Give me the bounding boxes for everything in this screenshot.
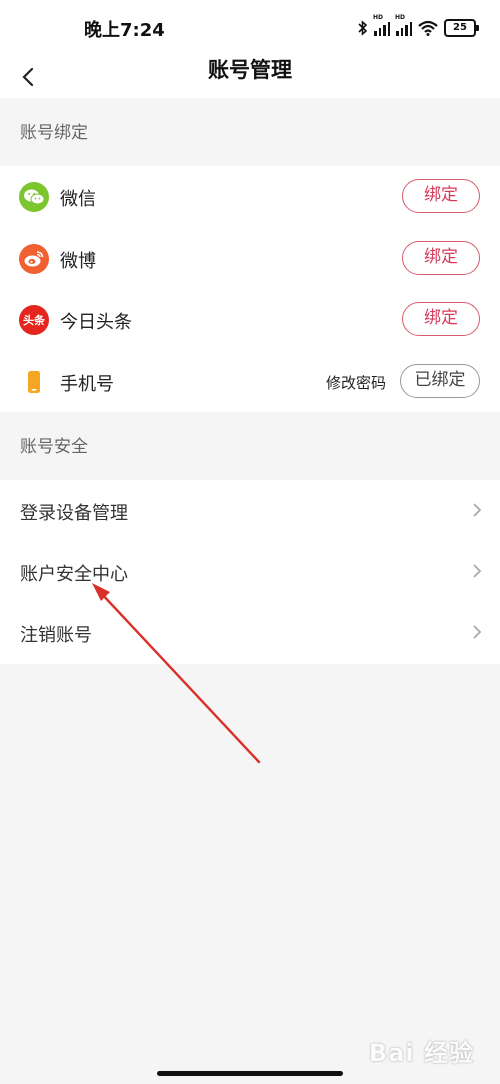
security-item-cancel-account[interactable]: 注销账号 [0, 602, 500, 663]
binding-label-wechat: 微信 [60, 189, 96, 210]
binding-row-wechat: 微信 绑定 [0, 166, 500, 228]
bind-wechat-button[interactable]: 绑定 [402, 179, 480, 213]
home-indicator [157, 1071, 343, 1076]
security-card: 登录设备管理 账户安全中心 注销账号 [0, 480, 500, 664]
binding-label-phone: 手机号 [60, 373, 114, 395]
bind-toutiao-button[interactable]: 绑定 [402, 302, 480, 336]
bluetooth-icon [358, 20, 368, 36]
change-password-link[interactable]: 修改密码 [326, 372, 386, 393]
security-item-label: 注销账号 [20, 625, 92, 646]
phone-bound-button[interactable]: 已绑定 [400, 363, 480, 398]
binding-row-toutiao: 头条 今日头条 绑定 [0, 289, 500, 351]
chevron-right-icon [473, 625, 482, 639]
wifi-icon [418, 20, 438, 36]
section-title-security: 账号安全 [20, 437, 88, 457]
bind-weibo-button[interactable]: 绑定 [402, 240, 480, 275]
status-bar: 晚上7:24 HD HD 25 [0, 0, 500, 56]
battery-icon: 25 [444, 19, 479, 37]
section-header-binding: 账号绑定 [0, 98, 500, 166]
binding-row-weibo: 微博 绑定 [0, 228, 500, 290]
binding-label-toutiao: 今日头条 [60, 312, 132, 333]
chevron-right-icon [473, 564, 482, 578]
chevron-right-icon [473, 503, 482, 517]
binding-label-weibo: 微博 [60, 250, 96, 272]
security-item-label: 登录设备管理 [20, 503, 128, 524]
phone-icon [26, 367, 42, 397]
security-item-label: 账户安全中心 [20, 564, 128, 585]
section-header-security: 账号安全 [0, 412, 500, 480]
binding-row-phone: 手机号 修改密码 已绑定 [0, 351, 500, 413]
page-title: 账号管理 [208, 58, 292, 82]
weibo-icon [19, 243, 49, 274]
signal-1-icon: HD [373, 14, 390, 36]
wechat-icon [19, 182, 49, 212]
baidu-watermark: Bai 经验 [368, 1039, 474, 1067]
binding-card: 微信 绑定 微博 绑定 头条 今日头条 绑定 手机号 修改密码 已绑定 [0, 166, 500, 412]
section-title-binding: 账号绑定 [20, 123, 88, 143]
security-item-device-management[interactable]: 登录设备管理 [0, 480, 500, 541]
status-time: 晚上7:24 [84, 20, 165, 41]
status-icons: HD HD 25 [358, 14, 479, 38]
security-item-security-center[interactable]: 账户安全中心 [0, 541, 500, 602]
nav-bar: 账号管理 [0, 56, 500, 98]
toutiao-icon: 头条 [19, 305, 49, 335]
signal-2-icon: HD [395, 14, 412, 36]
